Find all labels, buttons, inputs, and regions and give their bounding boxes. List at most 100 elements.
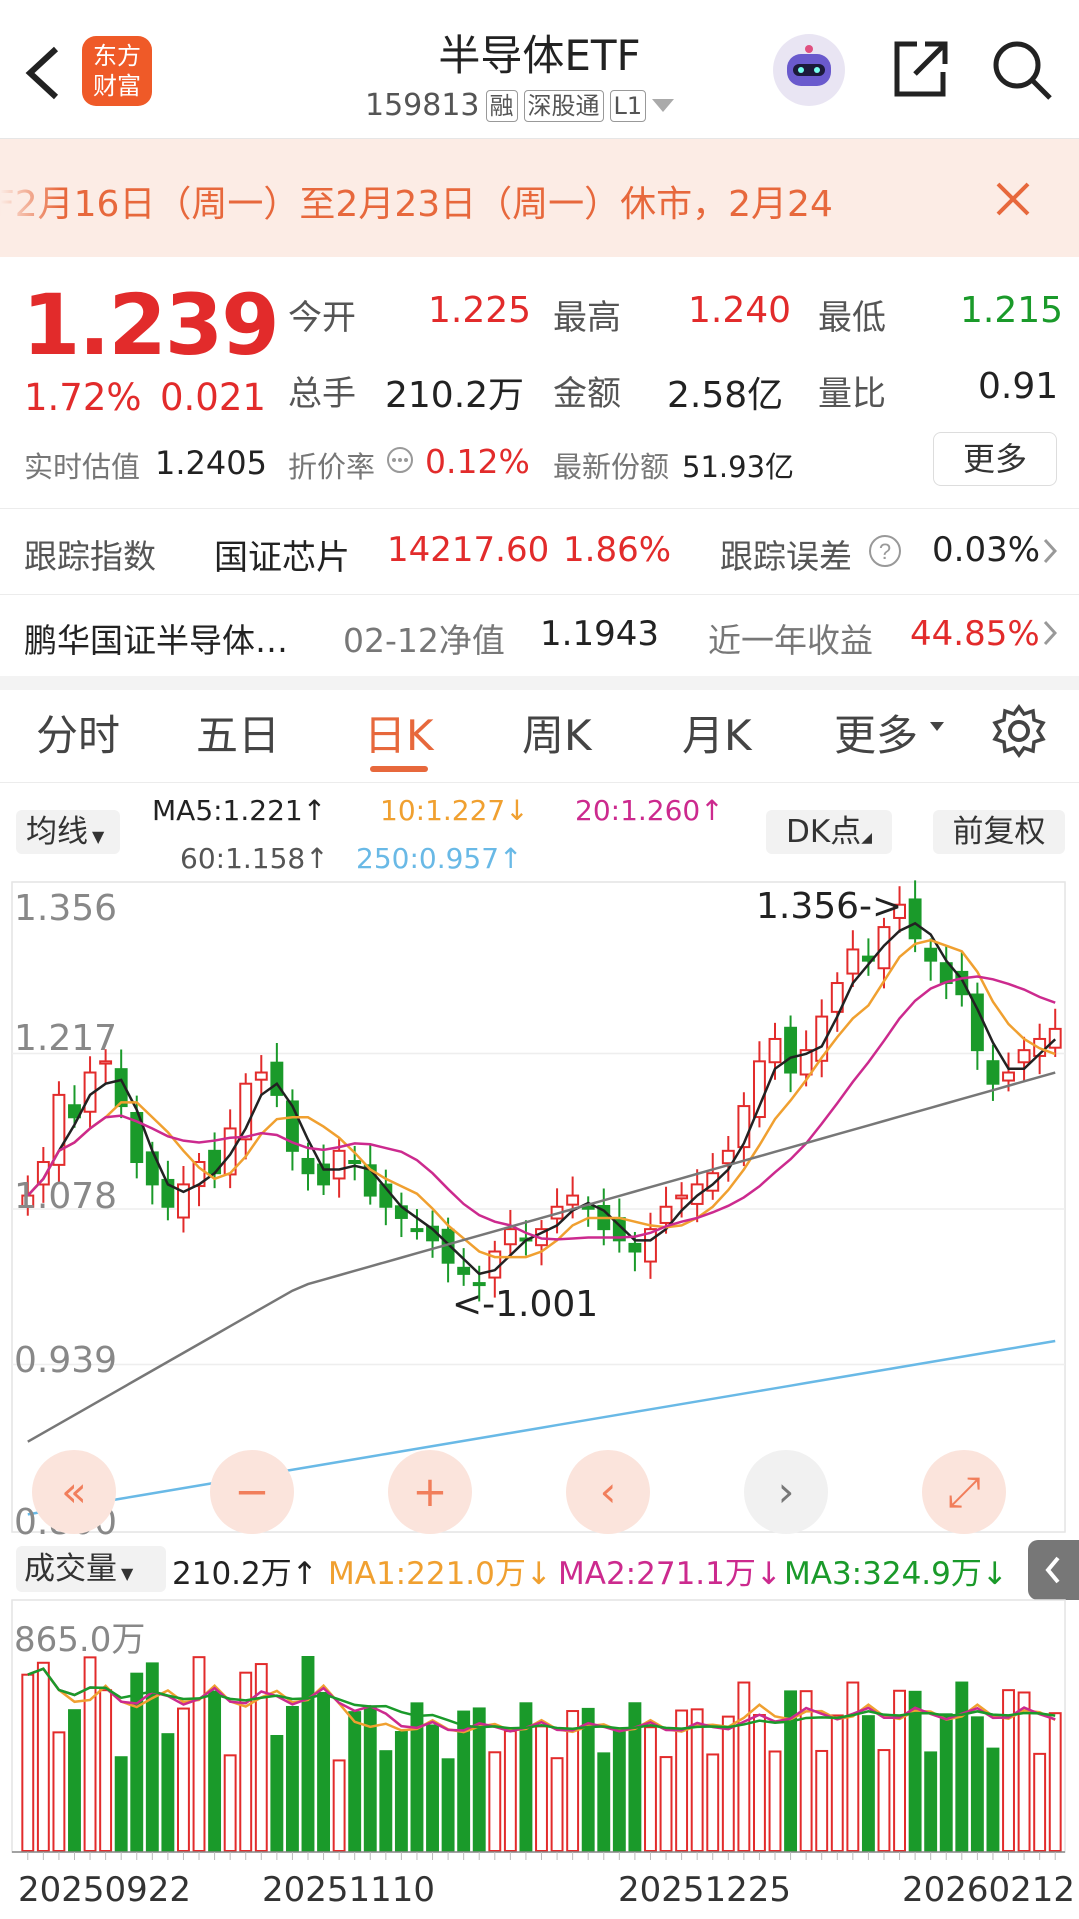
robot-avatar-icon[interactable] xyxy=(773,34,845,106)
chevron-right-icon[interactable] xyxy=(1043,538,1057,564)
volume-bar xyxy=(644,1726,657,1853)
volume-chart[interactable] xyxy=(0,1596,1079,1886)
shares-label: 最新份额 xyxy=(553,450,670,484)
volume-bar xyxy=(597,1752,611,1852)
fullscreen-button[interactable]: ⤢ xyxy=(922,1450,1006,1534)
volume-bar xyxy=(1033,1752,1047,1852)
ma-dropdown[interactable]: 均线 ▼ xyxy=(16,810,120,854)
stock-code-row: 159813 融 深股通 L1 xyxy=(365,88,675,123)
tag-level: L1 xyxy=(609,89,647,122)
candle-body xyxy=(52,1093,66,1166)
tab-monthly-k[interactable]: 月K xyxy=(682,702,752,763)
ma60-value: 60:1.158↑ xyxy=(180,842,329,875)
candle-body xyxy=(986,1060,1000,1085)
candlestick-chart[interactable] xyxy=(0,880,1079,1536)
info-dots-icon[interactable] xyxy=(386,446,414,474)
close-icon[interactable] xyxy=(995,181,1031,217)
tag-margin: 融 xyxy=(485,89,518,122)
candle-body xyxy=(254,1071,268,1081)
volume-bar xyxy=(955,1681,969,1852)
volume-dropdown[interactable]: 成交量 ▼ xyxy=(16,1546,166,1592)
volume-bar xyxy=(332,1759,346,1852)
tab-daily-k[interactable]: 日K xyxy=(364,702,434,763)
shares-value: 51.93亿 xyxy=(682,450,795,484)
y-tick-label: 1.078 xyxy=(14,1176,118,1217)
svg-text:?: ? xyxy=(879,539,891,564)
volume-bar xyxy=(970,1716,984,1852)
help-icon[interactable]: ? xyxy=(868,534,902,568)
scroll-right-button[interactable]: › xyxy=(744,1450,828,1534)
caret-down-icon: ▼ xyxy=(92,827,105,846)
ratio-value: 0.91 xyxy=(978,366,1059,407)
market-notice-banner[interactable]: F2月16日（周一）至2月23日（周一）休市，2月24 xyxy=(0,139,1079,257)
section-gap xyxy=(0,676,1079,690)
tab-weekly-k[interactable]: 周K xyxy=(522,702,592,763)
volume-bar xyxy=(799,1690,813,1852)
volume-bar xyxy=(394,1731,408,1852)
volume-bar xyxy=(441,1758,455,1853)
volume-bar xyxy=(768,1750,782,1852)
chevron-left-icon xyxy=(1045,1556,1060,1584)
chevron-right-icon[interactable] xyxy=(1043,620,1057,646)
volume-bar xyxy=(223,1754,237,1852)
zoom-out-button[interactable]: − xyxy=(210,1450,294,1534)
candle-body xyxy=(99,1060,113,1065)
tag-connect: 深股通 xyxy=(523,89,604,122)
low-label: 最低 xyxy=(818,298,886,338)
caret-down-icon[interactable] xyxy=(652,98,675,113)
high-annotation: 1.356-> xyxy=(756,886,903,927)
track-index-name[interactable]: 国证芯片 xyxy=(214,530,350,579)
volume-label: 总手 xyxy=(288,374,356,414)
volume-value: 210.2万 xyxy=(385,375,525,416)
tab-more[interactable]: 更多 xyxy=(834,702,918,763)
x-tick-label: 20260212 xyxy=(902,1870,1076,1910)
candle-body xyxy=(675,1194,689,1200)
volume-bar xyxy=(830,1714,844,1852)
volume-bar xyxy=(706,1753,720,1852)
high-value: 1.240 xyxy=(688,290,792,331)
tab-intraday[interactable]: 分时 xyxy=(36,702,120,763)
volume-bar xyxy=(317,1691,331,1852)
nav-value: 1.1943 xyxy=(540,614,659,654)
y-tick-label: 0.939 xyxy=(14,1340,118,1381)
adjust-button[interactable]: 前复权 xyxy=(933,810,1065,854)
candle-body xyxy=(924,947,938,962)
volume-bar xyxy=(21,1673,35,1852)
notice-text: F2月16日（周一）至2月23日（周一）休市，2月24 xyxy=(0,184,833,225)
volume-bar xyxy=(426,1724,439,1852)
volume-bar xyxy=(348,1711,362,1852)
dk-point-button[interactable]: DK点◢ xyxy=(766,810,892,854)
x-tick-label: 20251110 xyxy=(262,1870,436,1910)
more-button[interactable]: 更多 xyxy=(933,432,1057,486)
volume-bar xyxy=(472,1707,486,1852)
volume-bar xyxy=(877,1749,891,1852)
last-price: 1.239 xyxy=(22,276,280,374)
volume-bar xyxy=(285,1705,299,1853)
search-icon[interactable] xyxy=(990,38,1054,102)
volume-bar xyxy=(986,1747,1000,1852)
share-icon[interactable] xyxy=(887,38,949,100)
header: 东方 财富 半导体ETF 159813 融 深股通 L1 xyxy=(0,0,1079,139)
volume-bar xyxy=(68,1709,81,1852)
divider xyxy=(0,782,1079,783)
zoom-in-button[interactable]: + xyxy=(388,1450,472,1534)
collapse-panel-button[interactable] xyxy=(1028,1540,1079,1600)
low-annotation: <-1.001 xyxy=(452,1284,599,1325)
volume-bar xyxy=(1017,1691,1031,1852)
notice-fade-right xyxy=(880,139,940,257)
scroll-left-fast-button[interactable]: « xyxy=(32,1450,116,1534)
annual-return-label: 近一年收益 xyxy=(708,621,873,660)
candle-body xyxy=(457,1266,471,1275)
candle-body xyxy=(908,898,922,940)
tab-five-day[interactable]: 五日 xyxy=(196,702,280,763)
volume-bar xyxy=(581,1707,595,1852)
x-tick-label: 20251225 xyxy=(618,1870,792,1910)
ma250-line xyxy=(27,1339,1056,1516)
volume-bar xyxy=(535,1725,548,1852)
scroll-left-button[interactable]: ‹ xyxy=(566,1450,650,1534)
fund-name[interactable]: 鹏华国证半导体… xyxy=(24,614,288,662)
gear-icon[interactable] xyxy=(992,704,1046,758)
ratio-label: 量比 xyxy=(818,374,886,414)
dk-label: DK点 xyxy=(786,814,862,850)
notice-fade-left xyxy=(0,139,60,257)
